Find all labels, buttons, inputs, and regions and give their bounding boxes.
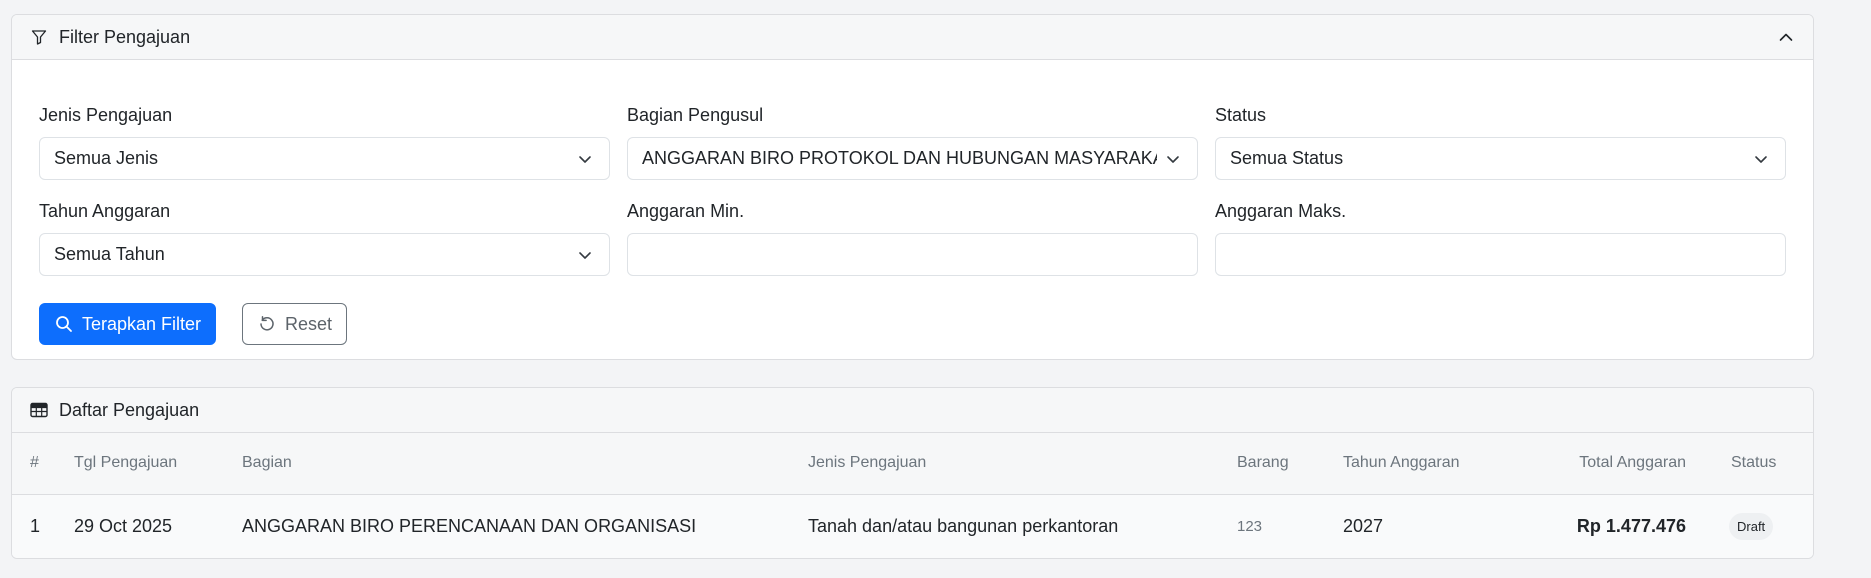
reset-button[interactable]: Reset — [242, 303, 348, 345]
col-total-anggaran[interactable]: Total Anggaran — [1523, 433, 1686, 494]
jenis-pengajuan-value: Semua Jenis — [54, 148, 159, 168]
anggaran-min-input[interactable] — [627, 233, 1198, 276]
reset-label: Reset — [285, 313, 333, 334]
table-header-row: # Tgl Pengajuan Bagian Jenis Pengajuan B… — [12, 433, 1813, 494]
field-jenis-pengajuan: Jenis Pengajuan Semua Jenis — [39, 103, 610, 180]
filter-header[interactable]: Filter Pengajuan — [12, 15, 1813, 60]
col-status[interactable]: Status — [1686, 433, 1813, 494]
status-label: Status — [1215, 105, 1267, 125]
table-icon — [29, 400, 49, 420]
field-status: Status Semua Status — [1215, 103, 1786, 180]
chevron-down-icon — [575, 245, 595, 265]
cell-date: 29 Oct 2025 — [74, 515, 173, 536]
status-value: Semua Status — [1230, 148, 1344, 168]
reset-icon — [257, 314, 277, 334]
cell-jenis: Tanah dan/atau bangunan perkantoran — [808, 515, 1119, 536]
field-anggaran-maks: Anggaran Maks. — [1215, 199, 1786, 276]
col-tgl-pengajuan[interactable]: Tgl Pengajuan — [74, 433, 242, 494]
filter-body: Jenis Pengajuan Semua Jenis Bagian Pengu… — [12, 60, 1813, 359]
tahun-anggaran-value: Semua Tahun — [54, 244, 165, 264]
filter-card: Filter Pengajuan Jenis Pengajuan Semua J… — [11, 14, 1814, 360]
chevron-down-icon — [575, 149, 595, 169]
search-icon — [54, 314, 74, 334]
status-select[interactable]: Semua Status — [1215, 137, 1786, 180]
field-bagian-pengusul: Bagian Pengusul ANGGARAN BIRO PROTOKOL D… — [627, 103, 1198, 180]
tahun-anggaran-select[interactable]: Semua Tahun — [39, 233, 610, 276]
cell-tahun: 2027 — [1343, 515, 1384, 536]
chevron-up-icon[interactable] — [1776, 27, 1796, 47]
anggaran-maks-input[interactable] — [1215, 233, 1786, 276]
field-tahun-anggaran: Tahun Anggaran Semua Tahun — [39, 199, 610, 276]
col-bagian[interactable]: Bagian — [242, 433, 808, 494]
table-row[interactable]: 1 29 Oct 2025 ANGGARAN BIRO PERENCANAAN … — [12, 494, 1813, 558]
cell-number: 1 — [30, 515, 41, 536]
cell-status: Draft — [1686, 494, 1813, 558]
chevron-down-icon — [1163, 149, 1183, 169]
col-number[interactable]: # — [12, 433, 74, 494]
table-card: Daftar Pengajuan # Tgl Pengajuan Bagian … — [11, 387, 1814, 559]
bagian-pengusul-value: ANGGARAN BIRO PROTOKOL DAN HUBUNGAN MASY… — [642, 148, 1157, 168]
table-header: Daftar Pengajuan — [12, 388, 1813, 433]
cell-bagian: ANGGARAN BIRO PERENCANAAN DAN ORGANISASI — [242, 515, 697, 536]
col-jenis-pengajuan[interactable]: Jenis Pengajuan — [808, 433, 1237, 494]
apply-filter-label: Terapkan Filter — [82, 313, 202, 334]
col-barang[interactable]: Barang — [1237, 433, 1343, 494]
tahun-anggaran-label: Tahun Anggaran — [39, 201, 171, 221]
pengajuan-table: # Tgl Pengajuan Bagian Jenis Pengajuan B… — [12, 433, 1813, 558]
filter-title: Filter Pengajuan — [59, 26, 191, 47]
field-anggaran-min: Anggaran Min. — [627, 199, 1198, 276]
bagian-pengusul-label: Bagian Pengusul — [627, 105, 764, 125]
status-badge: Draft — [1729, 512, 1774, 540]
jenis-pengajuan-select[interactable]: Semua Jenis — [39, 137, 610, 180]
cell-total: Rp 1.477.476 — [1576, 515, 1686, 536]
anggaran-min-label: Anggaran Min. — [627, 201, 745, 221]
anggaran-maks-label: Anggaran Maks. — [1215, 201, 1347, 221]
col-tahun-anggaran[interactable]: Tahun Anggaran — [1343, 433, 1523, 494]
cell-barang: 123 — [1237, 517, 1263, 535]
chevron-down-icon — [1751, 149, 1771, 169]
apply-filter-button[interactable]: Terapkan Filter — [39, 303, 217, 345]
jenis-pengajuan-label: Jenis Pengajuan — [39, 105, 173, 125]
table-title: Daftar Pengajuan — [59, 399, 200, 420]
filter-icon — [29, 27, 49, 47]
bagian-pengusul-select[interactable]: ANGGARAN BIRO PROTOKOL DAN HUBUNGAN MASY… — [627, 137, 1198, 180]
